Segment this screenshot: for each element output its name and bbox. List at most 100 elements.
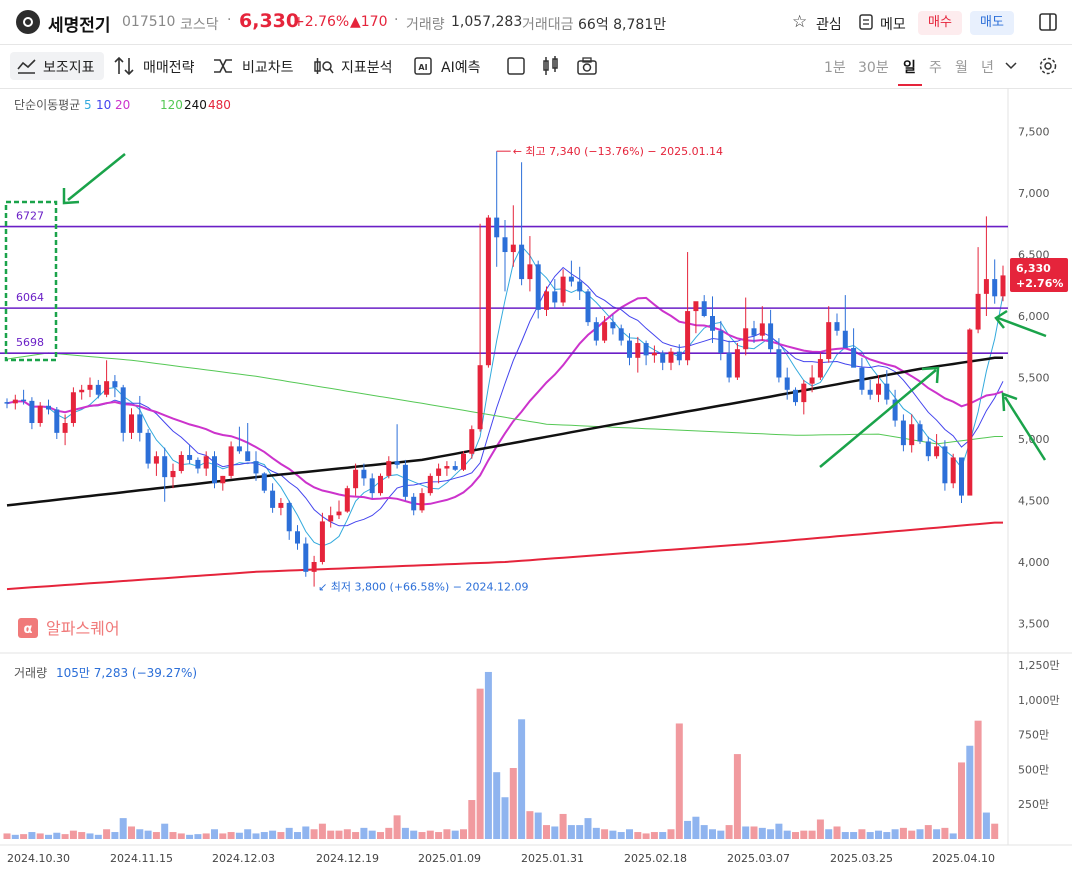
volume-bar[interactable]: [45, 834, 52, 839]
volume-bar[interactable]: [451, 830, 459, 839]
candle-body[interactable]: [12, 399, 18, 404]
volume-bar[interactable]: [700, 825, 708, 839]
volume-bar[interactable]: [360, 827, 368, 839]
candle-body[interactable]: [535, 264, 541, 310]
candle-body[interactable]: [162, 456, 168, 478]
candle-body[interactable]: [651, 352, 657, 356]
candle-body[interactable]: [95, 384, 101, 395]
candle-body[interactable]: [950, 457, 956, 484]
volume-bar[interactable]: [684, 820, 692, 839]
volume-bar[interactable]: [924, 825, 932, 839]
analysis-button[interactable]: 지표분석: [341, 57, 393, 77]
candle-body[interactable]: [610, 322, 616, 329]
candle-body[interactable]: [676, 351, 682, 361]
candle-body[interactable]: [212, 456, 217, 484]
candle-body[interactable]: [942, 446, 948, 484]
candle-body[interactable]: [452, 466, 458, 470]
candle-body[interactable]: [859, 367, 865, 390]
volume-bar[interactable]: [800, 830, 808, 839]
candle-body[interactable]: [519, 244, 525, 280]
volume-bar[interactable]: [642, 833, 650, 839]
ai-predict-button[interactable]: AI예측: [441, 57, 480, 77]
candle-body[interactable]: [4, 402, 10, 404]
candle-body[interactable]: [793, 389, 798, 403]
candle-body[interactable]: [734, 349, 740, 378]
volume-bar[interactable]: [152, 832, 160, 839]
volume-bar[interactable]: [808, 830, 816, 839]
volume-bar[interactable]: [667, 829, 675, 839]
volume-bar[interactable]: [617, 832, 625, 839]
candle-body[interactable]: [917, 424, 923, 442]
volume-bar[interactable]: [725, 825, 733, 839]
candle-body[interactable]: [361, 469, 367, 479]
memo-button[interactable]: 메모: [880, 14, 906, 34]
candle-body[interactable]: [809, 377, 815, 384]
candle-body[interactable]: [444, 466, 450, 469]
candle-body[interactable]: [70, 392, 76, 424]
period-day[interactable]: 일: [903, 57, 916, 77]
candle-body[interactable]: [992, 279, 998, 297]
volume-bar[interactable]: [385, 827, 393, 839]
volume-bar[interactable]: [86, 833, 94, 839]
candle-body[interactable]: [1000, 275, 1006, 297]
volume-bar[interactable]: [128, 826, 135, 839]
volume-bar[interactable]: [493, 772, 501, 839]
compare-button[interactable]: 비교차트: [242, 57, 294, 77]
candle-body[interactable]: [311, 562, 317, 572]
candle-body[interactable]: [485, 217, 491, 366]
volume-bar[interactable]: [111, 832, 119, 839]
volume-bar[interactable]: [584, 818, 592, 839]
candle-body[interactable]: [701, 301, 707, 316]
candle-body[interactable]: [328, 515, 334, 522]
candle-body[interactable]: [635, 343, 641, 358]
candle-body[interactable]: [593, 322, 599, 341]
volume-bar[interactable]: [227, 832, 235, 839]
candle-body[interactable]: [925, 441, 931, 457]
period-month[interactable]: 월: [955, 57, 968, 77]
candle-body[interactable]: [544, 291, 549, 310]
candle-body[interactable]: [876, 383, 881, 395]
volume-bar[interactable]: [103, 829, 111, 839]
candle-body[interactable]: [743, 328, 749, 350]
candle-body[interactable]: [842, 330, 848, 348]
volume-bar[interactable]: [476, 688, 484, 839]
volume-bar[interactable]: [144, 830, 152, 839]
candle-body[interactable]: [261, 473, 267, 491]
candle-body[interactable]: [975, 293, 981, 330]
candle-body[interactable]: [826, 322, 832, 360]
volume-bar[interactable]: [161, 823, 169, 839]
volume-bar[interactable]: [11, 834, 19, 839]
volume-bar[interactable]: [567, 825, 575, 839]
indicator-label[interactable]: 보조지표: [43, 57, 95, 77]
candle-body[interactable]: [378, 475, 383, 494]
volume-bar[interactable]: [783, 830, 791, 839]
volume-bar[interactable]: [377, 832, 384, 839]
volume-bar[interactable]: [908, 830, 916, 839]
volume-bar[interactable]: [659, 832, 667, 839]
candle-body[interactable]: [369, 478, 375, 494]
volume-bar[interactable]: [883, 832, 891, 839]
volume-bar[interactable]: [816, 819, 824, 839]
candle-body[interactable]: [436, 468, 442, 476]
candle-body[interactable]: [718, 330, 724, 353]
volume-bar[interactable]: [775, 823, 783, 839]
volume-bar[interactable]: [866, 832, 874, 839]
volume-bar[interactable]: [327, 830, 335, 839]
candle-body[interactable]: [112, 381, 118, 388]
volume-bar[interactable]: [302, 826, 310, 839]
volume-bar[interactable]: [244, 829, 252, 839]
candle-body[interactable]: [801, 383, 807, 403]
volume-bar[interactable]: [974, 720, 982, 839]
candle-body[interactable]: [21, 399, 27, 402]
volume-bar[interactable]: [53, 832, 61, 839]
volume-bar[interactable]: [468, 800, 476, 839]
candle-body[interactable]: [187, 454, 193, 460]
volume-bar[interactable]: [841, 832, 849, 839]
settings-gear-icon[interactable]: [1038, 56, 1058, 76]
volume-bar[interactable]: [767, 829, 775, 839]
volume-bar[interactable]: [792, 832, 799, 839]
candle-body[interactable]: [394, 461, 400, 465]
candle-body[interactable]: [245, 451, 251, 462]
candle-body[interactable]: [253, 461, 259, 474]
candle-body[interactable]: [668, 351, 674, 363]
